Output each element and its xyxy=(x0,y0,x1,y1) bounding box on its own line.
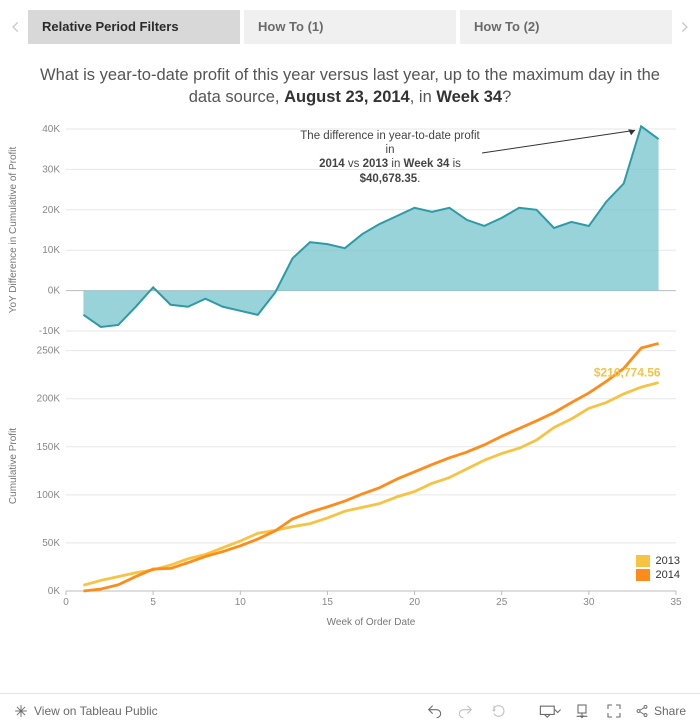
title-date-bold: August 23, 2014 xyxy=(284,88,410,106)
tab-label: Relative Period Filters xyxy=(42,19,179,34)
chart-area: The difference in year-to-date profit in… xyxy=(0,121,700,637)
svg-text:10K: 10K xyxy=(42,245,60,256)
reset-button[interactable] xyxy=(487,700,509,722)
tab-how-to-2[interactable]: How To (2) xyxy=(460,10,672,44)
tab-label: How To (2) xyxy=(474,19,539,34)
tab-label: How To (1) xyxy=(258,19,323,34)
view-on-tableau-public-link[interactable]: View on Tableau Public xyxy=(14,704,158,718)
redo-icon xyxy=(458,703,474,719)
svg-text:15: 15 xyxy=(322,597,334,608)
tab-how-to-1[interactable]: How To (1) xyxy=(244,10,456,44)
fullscreen-button[interactable] xyxy=(603,700,625,722)
title-week-bold: Week 34 xyxy=(436,88,502,106)
tab-list: Relative Period Filters How To (1) How T… xyxy=(28,10,672,44)
title-text: , in xyxy=(410,88,437,106)
legend-label: 2013 xyxy=(656,555,680,567)
legend-label: 2014 xyxy=(656,569,680,581)
svg-text:30K: 30K xyxy=(42,164,60,175)
dashboard-title: What is year-to-date profit of this year… xyxy=(0,54,700,121)
view-on-label: View on Tableau Public xyxy=(34,704,158,718)
tableau-toolbar: View on Tableau Public Share xyxy=(0,693,700,727)
tabs-prev-button[interactable] xyxy=(6,13,26,41)
svg-text:Cumulative Profit: Cumulative Profit xyxy=(8,427,19,503)
download-icon xyxy=(574,703,590,719)
svg-text:150K: 150K xyxy=(37,441,61,452)
download-button[interactable] xyxy=(571,700,593,722)
chevron-right-icon xyxy=(677,16,691,38)
chevron-left-icon xyxy=(9,16,23,38)
presentation-mode-button[interactable] xyxy=(539,700,561,722)
diff-chart-svg: -10K0K10K20K30K40KYoY Difference in Cumu… xyxy=(0,121,700,341)
tabs-next-button[interactable] xyxy=(674,13,694,41)
svg-text:25: 25 xyxy=(496,597,508,608)
share-label: Share xyxy=(654,704,686,718)
tab-bar: Relative Period Filters How To (1) How T… xyxy=(0,0,700,54)
svg-text:50K: 50K xyxy=(42,537,60,548)
svg-text:20K: 20K xyxy=(42,204,60,215)
svg-text:Week of Order Date: Week of Order Date xyxy=(327,617,416,628)
svg-text:YoY Difference in Cumulative o: YoY Difference in Cumulative of Profit xyxy=(8,146,19,313)
legend-item-2013: 2013 xyxy=(636,555,680,567)
undo-button[interactable] xyxy=(423,700,445,722)
redo-button[interactable] xyxy=(455,700,477,722)
svg-text:5: 5 xyxy=(150,597,156,608)
legend-swatch-2014 xyxy=(636,569,650,581)
legend-item-2014: 2014 xyxy=(636,569,680,581)
title-text: ? xyxy=(502,88,511,106)
svg-text:250K: 250K xyxy=(37,345,61,356)
tab-relative-period-filters[interactable]: Relative Period Filters xyxy=(28,10,240,44)
svg-text:35: 35 xyxy=(670,597,682,608)
legend: 2013 2014 xyxy=(636,553,680,581)
svg-text:100K: 100K xyxy=(37,489,61,500)
legend-swatch-2013 xyxy=(636,555,650,567)
svg-text:$216,774.56: $216,774.56 xyxy=(594,365,661,379)
chevron-down-icon xyxy=(554,707,561,715)
svg-text:0K: 0K xyxy=(48,586,61,597)
svg-text:30: 30 xyxy=(583,597,595,608)
svg-text:200K: 200K xyxy=(37,393,61,404)
cumulative-chart: 0K 50K 100K 150K 200K 250K 0 5 10 15 20 25 30 35 Week … xyxy=(0,335,700,637)
diff-chart: The difference in year-to-date profit in… xyxy=(0,121,700,341)
svg-text:20: 20 xyxy=(409,597,421,608)
svg-text:40K: 40K xyxy=(42,124,60,135)
svg-text:0: 0 xyxy=(63,597,69,608)
tableau-logo-icon xyxy=(14,704,28,718)
fullscreen-icon xyxy=(606,703,622,719)
svg-text:0K: 0K xyxy=(48,285,61,296)
svg-text:10: 10 xyxy=(235,597,247,608)
share-icon xyxy=(635,704,649,718)
undo-icon xyxy=(426,703,442,719)
share-button[interactable]: Share xyxy=(635,704,686,718)
cumulative-chart-svg: 0K 50K 100K 150K 200K 250K 0 5 10 15 20 25 30 35 Week … xyxy=(0,335,700,637)
reset-icon xyxy=(490,703,506,719)
